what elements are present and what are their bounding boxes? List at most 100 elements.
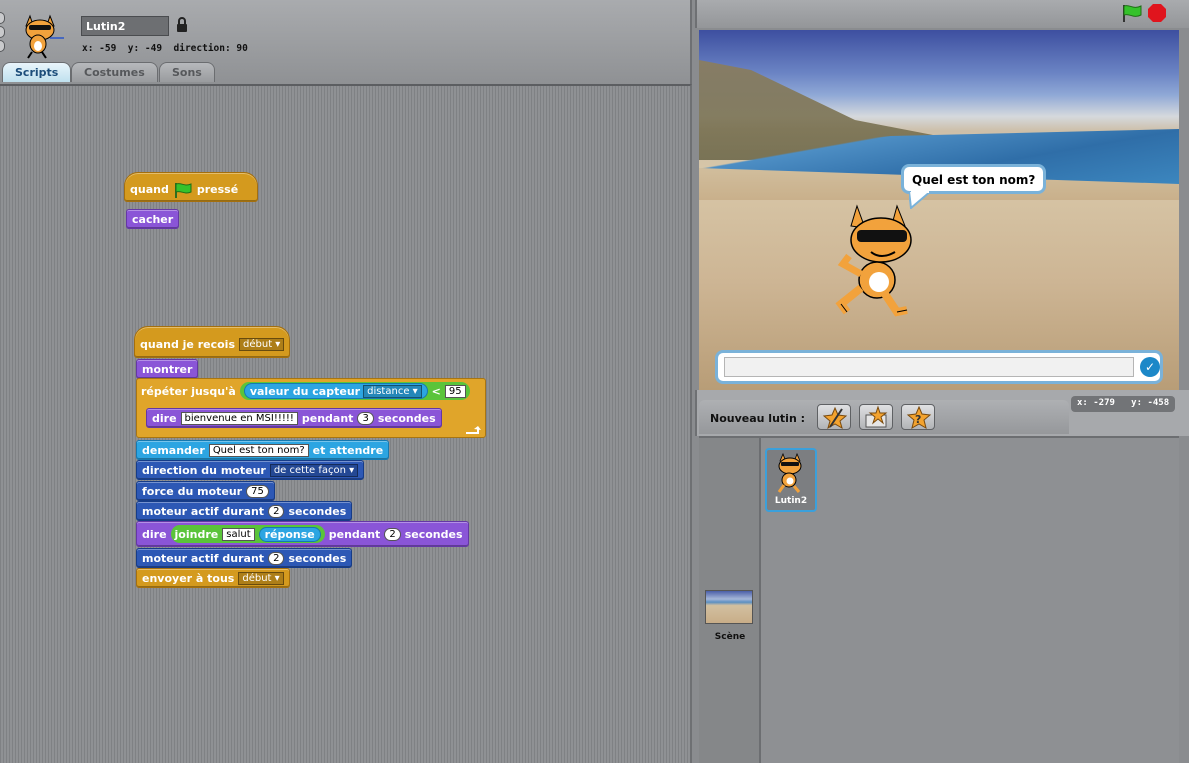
- motor-power-input[interactable]: 75: [246, 484, 269, 498]
- cat-sprite-thumbnail: [777, 452, 802, 493]
- sprite-name-field[interactable]: Lutin2: [81, 16, 169, 36]
- block-label: demander: [142, 443, 205, 457]
- hide-block[interactable]: cacher: [126, 209, 180, 229]
- tab-scripts[interactable]: Scripts: [2, 62, 72, 82]
- green-flag-icon[interactable]: [1121, 4, 1143, 22]
- random-sprite-button[interactable]: ?: [901, 404, 935, 430]
- block-label: secondes: [288, 504, 347, 518]
- choose-sprite-file-button[interactable]: [859, 404, 893, 430]
- answer-reporter[interactable]: réponse: [258, 526, 321, 542]
- lock-icon[interactable]: [176, 17, 188, 33]
- broadcast-block[interactable]: envoyer à tous début ▾: [136, 568, 290, 588]
- block-label: cacher: [132, 212, 174, 226]
- motor-direction-dropdown[interactable]: de cette façon ▾: [269, 463, 359, 477]
- sprite-thumbnail: [25, 14, 64, 59]
- dropdown-value: début: [242, 572, 272, 584]
- block-label: valeur du capteur: [249, 384, 361, 398]
- say2-seconds-input[interactable]: 2: [384, 527, 401, 541]
- paint-new-sprite-button[interactable]: [817, 404, 851, 430]
- when-i-receive-block[interactable]: quand je recois début ▾: [134, 326, 290, 358]
- block-label: pendant: [301, 411, 354, 425]
- motor-direction-block[interactable]: direction du moteur de cette façon ▾: [136, 460, 365, 480]
- sprite-position-readout: x: -59 y: -49 direction: 90: [82, 43, 248, 54]
- sprite-corral: Scène Lutin2: [699, 436, 1179, 763]
- sprite-info-panel: Lutin2 x: -59 y: -49 direction: 90 Scrip…: [0, 0, 692, 84]
- block-label: dire: [152, 411, 177, 425]
- block-label: direction du moteur: [142, 463, 266, 477]
- tab-costumes[interactable]: Costumes: [71, 62, 158, 82]
- block-label: secondes: [404, 527, 463, 541]
- rotate-none-button[interactable]: [0, 40, 5, 52]
- motor-seconds-input-2[interactable]: 2: [268, 551, 285, 565]
- join-operator[interactable]: joindre salut réponse: [170, 525, 325, 543]
- tab-bar: Scripts Costumes Sons: [0, 62, 690, 84]
- question-star-icon: ?: [906, 405, 932, 430]
- block-label: force du moteur: [142, 484, 243, 498]
- speech-bubble: Quel est ton nom?: [901, 164, 1047, 194]
- message-dropdown[interactable]: début ▾: [239, 338, 285, 351]
- cat-sprite[interactable]: [835, 204, 931, 318]
- check-icon[interactable]: ✓: [1140, 357, 1160, 377]
- rotation-style-buttons: [0, 12, 5, 54]
- scripts-area[interactable]: quand pressé cacher quand je recois débu…: [0, 84, 692, 763]
- dropdown-value: début: [243, 339, 273, 350]
- stage-thumbnail[interactable]: [705, 590, 753, 624]
- motor-power-block[interactable]: force du moteur 75: [136, 481, 275, 501]
- block-label: moteur actif durant: [142, 551, 265, 565]
- when-flag-clicked-block[interactable]: quand pressé: [124, 172, 258, 202]
- block-label: et attendre: [312, 443, 384, 457]
- block-label: moteur actif durant: [142, 504, 265, 518]
- say-join-block[interactable]: dire joindre salut réponse pendant 2 sec…: [136, 521, 469, 547]
- green-flag-icon: [174, 182, 192, 198]
- stage-canvas[interactable]: Quel est ton nom? ✓: [699, 30, 1179, 390]
- sensor-dropdown[interactable]: distance ▾: [363, 384, 422, 398]
- ask-text-input[interactable]: Quel est ton nom?: [208, 443, 309, 457]
- block-label: dire: [142, 527, 167, 541]
- stage-column: Scène: [699, 438, 761, 763]
- say-seconds-input[interactable]: 3: [357, 411, 374, 425]
- block-label: quand je recois: [140, 338, 236, 351]
- rotate-full-button[interactable]: [0, 12, 5, 24]
- join-a-input[interactable]: salut: [222, 527, 255, 541]
- operator-symbol: <: [431, 384, 441, 398]
- sprite-tile-label: Lutin2: [774, 496, 808, 506]
- folder-star-icon: [865, 405, 888, 428]
- loop-arrow-icon: [466, 426, 481, 434]
- sensor-value-reporter[interactable]: valeur du capteur distance ▾: [243, 383, 428, 399]
- stage-toolbar: [695, 0, 1189, 28]
- repeat-until-block[interactable]: répéter jusqu'à valeur du capteur distan…: [136, 378, 486, 404]
- block-label: envoyer à tous: [142, 571, 235, 585]
- less-than-operator[interactable]: valeur du capteur distance ▾ < 95: [239, 382, 470, 400]
- block-label: secondes: [377, 411, 436, 425]
- svg-text:?: ?: [915, 413, 921, 426]
- stop-sign-icon[interactable]: [1148, 4, 1166, 22]
- block-label: pressé: [196, 183, 239, 196]
- paint-star-icon: [822, 406, 848, 430]
- motor-seconds-input[interactable]: 2: [268, 504, 285, 518]
- dropdown-value: de cette façon: [273, 464, 346, 476]
- block-label: répéter jusqu'à: [141, 384, 236, 398]
- ask-and-wait-block[interactable]: demander Quel est ton nom? et attendre: [136, 440, 390, 460]
- say-text-input[interactable]: bienvenue en MSI!!!!!: [180, 411, 298, 425]
- say-for-secs-block[interactable]: dire bienvenue en MSI!!!!! pendant 3 sec…: [146, 408, 442, 428]
- block-label: pendant: [328, 527, 381, 541]
- motor-on-for-block[interactable]: moteur actif durant 2 secondes: [136, 501, 353, 521]
- threshold-input[interactable]: 95: [444, 384, 466, 398]
- stage-label: Scène: [714, 632, 746, 642]
- block-label: montrer: [142, 362, 193, 376]
- new-sprite-label: Nouveau lutin :: [710, 412, 805, 425]
- block-label: joindre: [174, 527, 219, 541]
- motor-on-for-block-2[interactable]: moteur actif durant 2 secondes: [136, 548, 353, 568]
- block-label: quand: [130, 183, 169, 196]
- sprite-tile-lutin2[interactable]: Lutin2: [765, 448, 817, 512]
- show-block[interactable]: montrer: [136, 359, 199, 379]
- mouse-coordinates-readout: x: -279 y: -458: [1071, 396, 1175, 412]
- dropdown-value: distance: [367, 385, 410, 397]
- ask-answer-box: ✓: [715, 350, 1163, 384]
- new-sprite-toolbar: Nouveau lutin : ?: [699, 400, 1069, 434]
- tab-sounds[interactable]: Sons: [159, 62, 215, 82]
- answer-input[interactable]: [724, 357, 1134, 377]
- block-label: secondes: [288, 551, 347, 565]
- rotate-flip-button[interactable]: [0, 26, 5, 38]
- broadcast-dropdown[interactable]: début ▾: [238, 571, 284, 585]
